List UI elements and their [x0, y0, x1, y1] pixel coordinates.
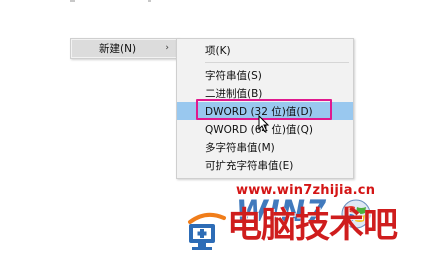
- menu-item-new[interactable]: 新建(N) ›: [72, 40, 177, 57]
- submenu-item-label: 项(K): [205, 44, 231, 57]
- top-edge-mark: [70, 0, 75, 2]
- top-edge-mark: [148, 0, 151, 2]
- watermark-logo: WIN7 电脑技术吧: [186, 194, 432, 260]
- submenu-item-label: 字符串值(S): [205, 69, 262, 82]
- submenu-item-multi-string-value[interactable]: 多字符串值(M): [177, 138, 353, 156]
- menu-item-new-label: 新建(N): [99, 43, 137, 55]
- computer-plus-icon: [188, 212, 226, 250]
- brand-text: 电脑技术吧: [227, 206, 398, 246]
- submenu-item-label: 多字符串值(M): [205, 141, 275, 154]
- submenu-item-string-value[interactable]: 字符串值(S): [177, 66, 353, 84]
- submenu-item-label: 可扩充字符串值(E): [205, 159, 294, 172]
- mouse-pointer-icon: [258, 115, 270, 133]
- submenu-item-expandable-string-value[interactable]: 可扩充字符串值(E): [177, 156, 353, 174]
- context-menu: 新建(N) ›: [70, 38, 179, 59]
- chevron-right-icon: ›: [165, 43, 169, 53]
- submenu-item-key[interactable]: 项(K): [177, 41, 353, 59]
- menu-separator: [205, 62, 349, 63]
